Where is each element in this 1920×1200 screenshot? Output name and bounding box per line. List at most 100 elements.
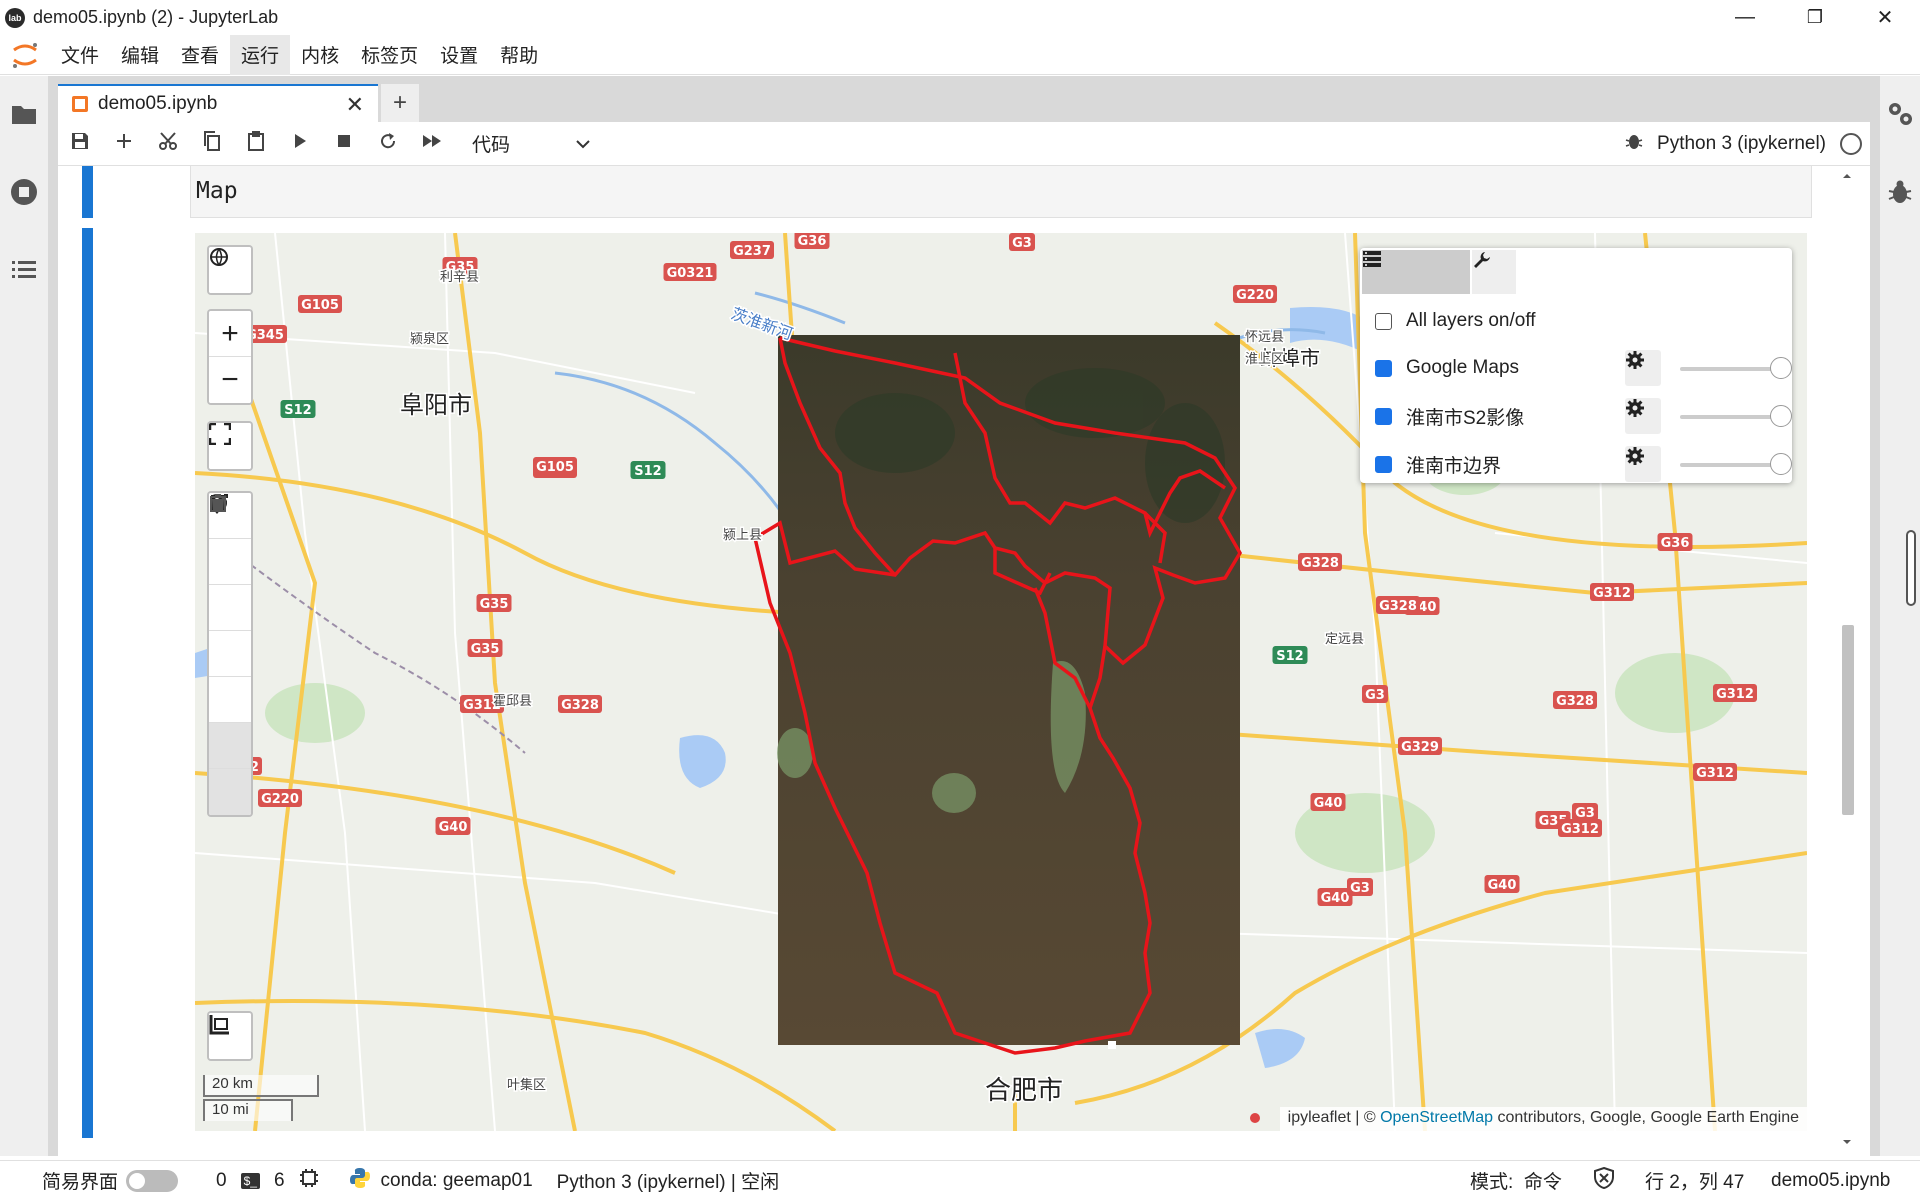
measure-control[interactable] (207, 1011, 253, 1061)
slider-thumb[interactable] (1770, 405, 1792, 427)
fullscreen-control[interactable] (207, 421, 253, 471)
tab-demo05[interactable]: demo05.ipynb ✕ (58, 84, 378, 122)
osm-link[interactable]: OpenStreetMap (1380, 1109, 1493, 1126)
save-button[interactable] (58, 122, 102, 166)
terminal-icon[interactable]: $_ (240, 1172, 260, 1189)
paste-cell-button[interactable] (234, 122, 278, 166)
conda-env-label[interactable]: conda: geemap01 (381, 1170, 533, 1192)
svg-text:G105: G105 (301, 298, 339, 313)
code-cell-editor[interactable] (190, 166, 1812, 218)
cursor-position[interactable]: 行 2，列 47 (1645, 1167, 1744, 1194)
new-tab-button[interactable]: + (381, 84, 419, 122)
draw-circle-icon[interactable] (209, 495, 251, 677)
svg-text:G312: G312 (1561, 822, 1599, 837)
table-of-contents-icon[interactable] (10, 256, 38, 284)
layer-row-s2-image[interactable]: 淮南市S2影像 (1375, 396, 1792, 436)
road-shield: G36 (794, 233, 830, 249)
interrupt-kernel-button[interactable] (322, 122, 366, 166)
restart-run-all-button[interactable] (410, 122, 454, 166)
notebook-scrollbar[interactable] (1838, 170, 1856, 1150)
road-shield: G0321 (663, 263, 717, 281)
maximize-button[interactable]: ❐ (1780, 0, 1850, 35)
basemap-control[interactable] (207, 245, 253, 295)
cell-type-select[interactable]: 代码 (472, 129, 596, 159)
run-cell-button[interactable] (278, 122, 322, 166)
layer-row-google-maps[interactable]: Google Maps (1375, 348, 1792, 388)
menu-edit[interactable]: 编辑 (110, 35, 170, 75)
opacity-slider[interactable] (1680, 453, 1792, 475)
draw-toolbar[interactable] (207, 491, 253, 817)
zoom-in-button[interactable]: + (209, 311, 251, 357)
menu-bar: 文件 编辑 查看 运行 内核 标签页 设置 帮助 (0, 34, 1920, 75)
svg-text:G237: G237 (733, 244, 771, 259)
kernel-name-button[interactable]: Python 3 (ipykernel) (1657, 133, 1826, 155)
road-shield: S12 (1272, 646, 1308, 664)
bug-icon[interactable] (1625, 132, 1643, 156)
layer-google-maps-checkbox[interactable] (1375, 348, 1392, 377)
sidebar-scroll-handle[interactable] (1906, 530, 1916, 606)
map-label-yingshang: 颍上县 (723, 527, 762, 542)
menu-tabs[interactable]: 标签页 (350, 35, 429, 75)
minimize-button[interactable]: — (1710, 0, 1780, 35)
menu-help[interactable]: 帮助 (489, 35, 549, 75)
ruler-icon[interactable] (209, 1013, 251, 1059)
opacity-slider[interactable] (1680, 357, 1792, 379)
scrollbar-thumb[interactable] (1842, 625, 1854, 815)
gear-icon[interactable] (1625, 446, 1661, 482)
right-sidebar (1880, 76, 1920, 1156)
zoom-control[interactable]: + − (207, 309, 253, 405)
draw-polygon-icon[interactable] (209, 495, 251, 585)
restart-kernel-button[interactable] (366, 122, 410, 166)
menu-view[interactable]: 查看 (170, 35, 230, 75)
gear-icon[interactable] (1625, 398, 1661, 434)
zoom-out-button[interactable]: − (209, 357, 251, 403)
layer-all-checkbox[interactable] (1375, 312, 1392, 330)
draw-marker-icon[interactable] (209, 494, 251, 723)
layer-boundary-checkbox[interactable] (1375, 444, 1392, 473)
tab-close-button[interactable]: ✕ (346, 92, 364, 118)
menu-kernel[interactable]: 内核 (290, 35, 350, 75)
kernel-status-text[interactable]: Python 3 (ipykernel) | 空闲 (557, 1167, 779, 1194)
slider-thumb[interactable] (1770, 453, 1792, 475)
wrench-icon[interactable] (1472, 250, 1516, 294)
gear-icon[interactable] (1625, 350, 1661, 386)
scissors-icon (158, 131, 178, 156)
slider-thumb[interactable] (1770, 357, 1792, 379)
insert-cell-button[interactable] (102, 122, 146, 166)
satellite-city-spot (1108, 1041, 1116, 1049)
svg-text:G35: G35 (471, 642, 500, 657)
delete-layers-icon[interactable] (209, 494, 251, 815)
close-window-button[interactable]: ✕ (1850, 0, 1920, 35)
shield-icon[interactable] (1594, 1166, 1614, 1195)
cut-cell-button[interactable] (146, 122, 190, 166)
menu-file[interactable]: 文件 (50, 35, 110, 75)
cell-collapser[interactable] (82, 166, 93, 218)
menu-settings[interactable]: 设置 (429, 35, 489, 75)
left-sidebar (0, 76, 48, 1156)
road-shield: G220 (1233, 285, 1277, 303)
folder-icon[interactable] (10, 100, 38, 128)
plus-icon (115, 132, 133, 155)
layer-s2-checkbox[interactable] (1375, 396, 1392, 425)
kernel-sessions-icon[interactable] (299, 1168, 319, 1194)
output-collapser[interactable] (82, 228, 93, 1138)
globe-icon[interactable] (209, 247, 251, 293)
copy-cell-button[interactable] (190, 122, 234, 166)
edit-layers-icon[interactable] (209, 495, 251, 769)
leaflet-map[interactable]: G35G0321G237G36G3G105G345S12G220G329G36G… (195, 233, 1807, 1131)
debugger-icon[interactable] (1886, 178, 1914, 206)
property-inspector-icon[interactable] (1886, 100, 1914, 128)
menu-run[interactable]: 运行 (230, 34, 291, 75)
attribution-prefix: ipyleaflet | © (1287, 1109, 1381, 1126)
running-stop-icon[interactable] (10, 178, 38, 206)
layer-row-all[interactable]: All layers on/off (1375, 301, 1536, 341)
opacity-slider[interactable] (1680, 405, 1792, 427)
layer-row-boundary[interactable]: 淮南市边界 (1375, 444, 1792, 484)
layers-tab[interactable] (1362, 250, 1470, 294)
notebook-icon (72, 96, 88, 112)
simple-mode-toggle[interactable] (126, 1169, 179, 1192)
draw-rectangle-icon[interactable] (209, 495, 251, 631)
mode-indicator[interactable]: 模式: 命令 (1470, 1167, 1562, 1194)
cell-type-value: 代码 (472, 135, 511, 156)
fullscreen-icon[interactable] (209, 423, 251, 469)
